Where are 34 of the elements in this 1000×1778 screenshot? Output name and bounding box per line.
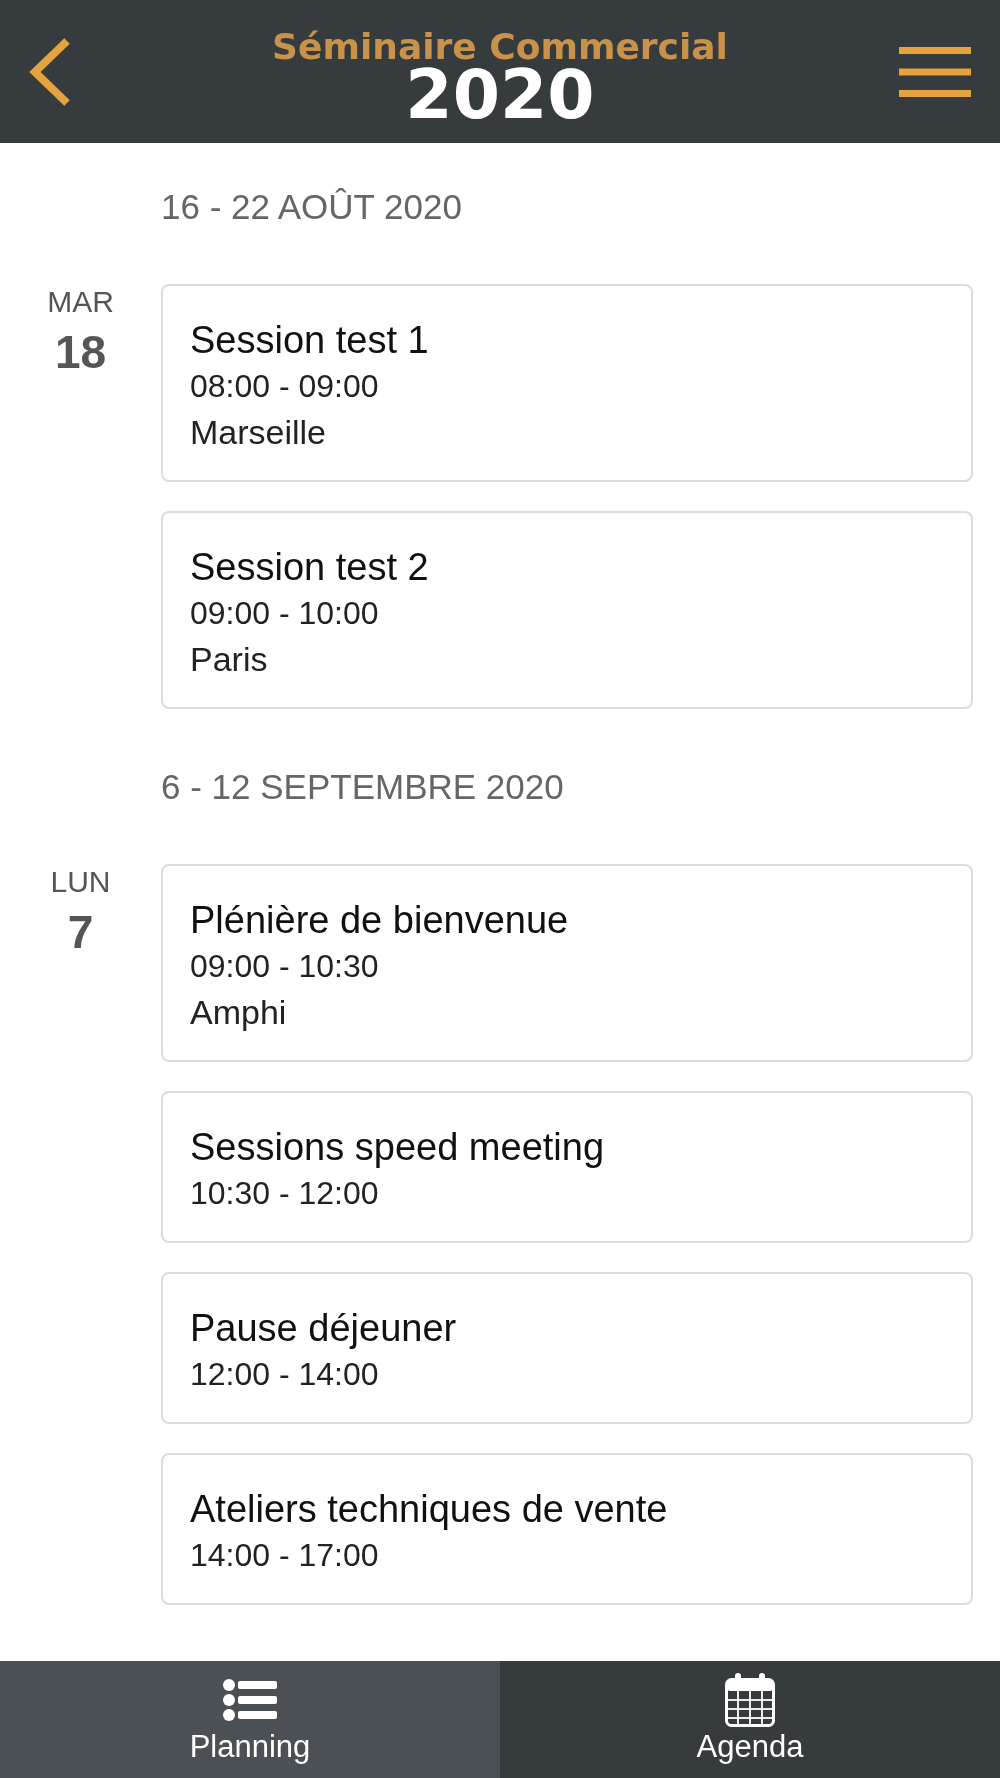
session-card[interactable]: Session test 2 09:00 - 10:00 Paris: [161, 511, 973, 709]
week-heading: 16 - 22 AOÛT 2020: [161, 190, 462, 224]
app-title: Séminaire Commercial: [272, 27, 728, 67]
session-title: Session test 2: [190, 545, 429, 590]
session-location: Amphi: [190, 992, 287, 1033]
session-title: Plénière de bienvenue: [190, 898, 569, 943]
tab-button[interactable]: Planning: [0, 1661, 500, 1778]
session-location: Marseille: [190, 412, 327, 453]
session-time: 08:00 - 09:00: [190, 367, 379, 406]
session-time: 12:00 - 14:00: [190, 1355, 379, 1394]
menu-icon[interactable]: [899, 46, 971, 97]
session-card[interactable]: Session test 1 08:00 - 09:00 Marseille: [161, 284, 973, 482]
session-time: 09:00 - 10:30: [190, 947, 379, 986]
session-card[interactable]: Ateliers techniques de vente 14:00 - 17:00: [161, 1453, 973, 1605]
session-title: Session test 1: [190, 318, 429, 363]
session-title: Pause déjeuner: [190, 1306, 457, 1351]
session-time: 14:00 - 17:00: [190, 1536, 379, 1575]
session-card[interactable]: Plénière de bienvenue 09:00 - 10:30 Amphi: [161, 864, 973, 1062]
back-icon[interactable]: [29, 36, 71, 107]
session-time: 10:30 - 12:00: [190, 1174, 379, 1213]
day-number: 7: [67, 906, 94, 958]
session-card[interactable]: Sessions speed meeting 10:30 - 12:00: [161, 1091, 973, 1243]
day-weekday: MAR: [47, 284, 114, 320]
app-year: 2020: [405, 65, 595, 125]
session-card[interactable]: Pause déjeuner 12:00 - 14:00: [161, 1272, 973, 1424]
calendar-icon: [725, 1673, 775, 1727]
session-title: Sessions speed meeting: [190, 1125, 605, 1170]
session-title: Ateliers techniques de vente: [190, 1487, 668, 1532]
session-time: 09:00 - 10:00: [190, 594, 379, 633]
day-weekday: LUN: [50, 864, 111, 900]
day-number: 18: [54, 326, 107, 378]
list-icon: [223, 1679, 277, 1721]
session-location: Paris: [190, 639, 268, 680]
week-heading: 6 - 12 SEPTEMBRE 2020: [161, 770, 564, 804]
